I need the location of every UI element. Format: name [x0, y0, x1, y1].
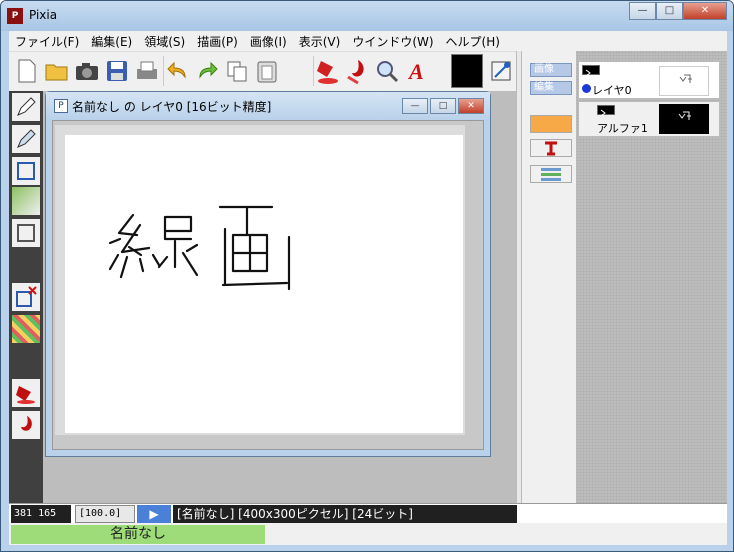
workspace: P 名前なし の レイヤ0 [16ビット精度] — □ ✕ — [43, 91, 516, 503]
maximize-button[interactable]: □ — [656, 2, 683, 20]
new-icon[interactable] — [13, 56, 41, 86]
menu-file[interactable]: ファイル(F) — [9, 33, 85, 50]
document-window: P 名前なし の レイヤ0 [16ビット精度] — □ ✕ — [45, 91, 491, 457]
layer-thumbnail — [659, 66, 709, 96]
document-tab[interactable]: 名前なし — [11, 525, 265, 544]
cursor-coordinates: 381 165 — [11, 505, 71, 523]
menu-image[interactable]: 画像(I) — [244, 33, 293, 50]
layer-name: レイヤ0 — [592, 84, 632, 97]
drawing-canvas[interactable] — [65, 135, 463, 433]
layer-item[interactable]: アルファ1 — [578, 101, 720, 137]
line-drawing — [108, 205, 291, 291]
zoom-icon[interactable] — [373, 56, 401, 86]
copy-icon[interactable] — [223, 56, 251, 86]
menu-window[interactable]: ウインドウ(W) — [346, 33, 439, 50]
app-icon: P — [7, 8, 23, 24]
doc-minimize-button[interactable]: — — [402, 98, 428, 114]
layers-stack-icon[interactable] — [530, 165, 572, 183]
play-icon[interactable]: ▶ — [137, 505, 171, 523]
transform-icon[interactable] — [487, 56, 515, 86]
close-button[interactable]: ✕ — [683, 2, 727, 20]
title-bar[interactable]: P Pixia — □ ✕ — [1, 1, 733, 31]
redo-icon[interactable] — [193, 56, 221, 86]
frame-icon[interactable] — [12, 219, 40, 247]
paste-icon[interactable] — [253, 56, 281, 86]
save-icon[interactable] — [103, 56, 131, 86]
pattern-icon[interactable] — [12, 315, 40, 343]
fill-bucket-icon[interactable] — [313, 56, 341, 86]
gradient-icon[interactable] — [12, 187, 40, 215]
menu-draw[interactable]: 描画(P) — [191, 33, 244, 50]
open-icon[interactable] — [43, 56, 71, 86]
left-toolbox — [9, 91, 43, 503]
menu-edit[interactable]: 編集(E) — [85, 33, 138, 50]
pin-icon[interactable] — [530, 139, 572, 157]
window-title: Pixia — [29, 8, 58, 22]
tab-image[interactable]: 画像 — [530, 63, 572, 77]
menu-view[interactable]: 表示(V) — [293, 33, 347, 50]
document-title: 名前なし の レイヤ0 [16ビット精度] — [72, 100, 272, 114]
layers-panel: レイヤ0 アルファ1 — [576, 51, 727, 523]
document-title-bar[interactable]: P 名前なし の レイヤ0 [16ビット精度] — □ ✕ — [46, 92, 490, 120]
document-body — [52, 120, 484, 450]
eye-icon[interactable] — [597, 105, 615, 117]
pen-icon[interactable] — [12, 93, 40, 121]
undo-icon[interactable] — [163, 56, 191, 86]
eye-icon[interactable] — [582, 65, 600, 77]
app-window: P Pixia — □ ✕ ファイル(F) 編集(E) 領域(S) 描画(P) … — [0, 0, 734, 552]
layer-name: アルファ1 — [597, 122, 648, 135]
menu-help[interactable]: ヘルプ(H) — [440, 33, 506, 50]
image-info: [名前なし] [400x300ピクセル] [24ビット] — [173, 505, 517, 523]
canvas-frame — [55, 125, 465, 435]
brush-icon[interactable] — [12, 125, 40, 153]
alpha-thumbnail — [659, 104, 709, 134]
active-layer-dot — [582, 84, 591, 93]
menu-bar: ファイル(F) 編集(E) 領域(S) 描画(P) 画像(I) 表示(V) ウイ… — [9, 31, 727, 51]
svg-text:A: A — [407, 59, 424, 84]
rect-select-icon[interactable] — [12, 157, 40, 185]
doc-maximize-button[interactable]: □ — [430, 98, 456, 114]
clear-selection-icon[interactable] — [12, 283, 40, 311]
zoom-level[interactable]: [100.0] — [75, 505, 135, 523]
print-icon[interactable] — [133, 56, 161, 86]
document-icon: P — [54, 99, 68, 113]
camera-icon[interactable] — [73, 56, 101, 86]
tab-edit[interactable]: 編集 — [530, 81, 572, 95]
layer-item[interactable]: レイヤ0 — [578, 61, 720, 99]
menu-selection[interactable]: 領域(S) — [138, 33, 191, 50]
fill-icon[interactable] — [343, 56, 371, 86]
text-icon[interactable]: A — [403, 56, 431, 86]
color-swatch[interactable] — [451, 54, 483, 88]
minimize-button[interactable]: — — [629, 2, 656, 20]
status-bar: 381 165 [100.0] ▶ [名前なし] [400x300ピクセル] [… — [9, 503, 727, 523]
document-tab-bar: 名前なし — [9, 523, 727, 545]
bucket-icon[interactable] — [12, 379, 40, 407]
right-button-panel: 画像 編集 — [522, 51, 576, 523]
color-button[interactable] — [530, 115, 572, 133]
doc-close-button[interactable]: ✕ — [458, 98, 484, 114]
paint-icon[interactable] — [12, 411, 40, 439]
